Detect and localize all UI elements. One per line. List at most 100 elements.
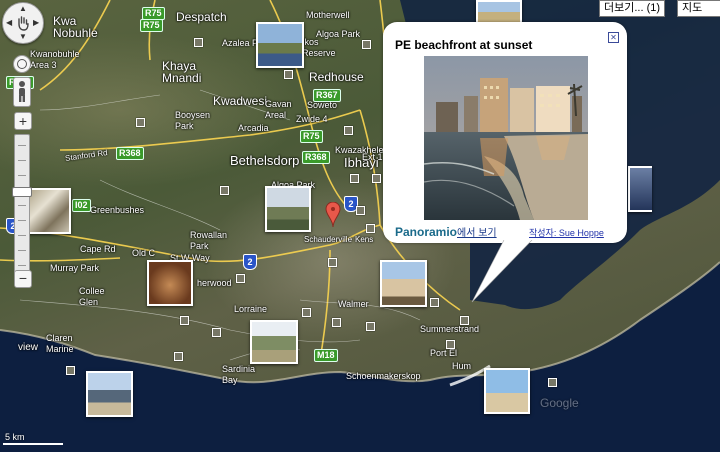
label-despatch: Despatch <box>176 10 227 24</box>
pegman-icon[interactable] <box>16 80 28 104</box>
photo-thumbnail[interactable] <box>256 22 304 68</box>
photo-marker[interactable] <box>548 378 557 387</box>
pan-control[interactable]: ▲ ◀ ▶ ▼ <box>2 2 44 44</box>
label-booysen-park: Booysen Park <box>175 110 211 131</box>
scale-line <box>3 443 63 445</box>
label-gavan: Gavan Areal <box>265 99 292 120</box>
label-old-cape: Old C <box>132 248 156 258</box>
photo-marker[interactable] <box>220 186 229 195</box>
shield-r75: R75 <box>140 19 163 32</box>
photo-marker[interactable] <box>302 308 311 317</box>
label-schoenmakerskop: Schoenmakerskop <box>346 371 421 381</box>
beach-sunset-image <box>424 56 588 220</box>
label-kwanobuhle-area3: Kwanobuhle Area 3 <box>30 49 80 70</box>
photo-marker[interactable] <box>350 174 359 183</box>
info-window-title: PE beachfront at sunset <box>395 38 533 52</box>
photo-marker[interactable] <box>66 366 75 375</box>
photo-marker[interactable] <box>212 328 221 337</box>
label-google-watermark: Google <box>540 396 579 410</box>
view-on-panoramio-link[interactable]: 에서 보기 <box>457 228 497 239</box>
label-collee-glen: Collee Glen <box>79 286 105 307</box>
photo-marker[interactable] <box>180 316 189 325</box>
zoom-tick <box>18 175 26 176</box>
photo-marker[interactable] <box>236 274 245 283</box>
label-rowallan-park: Rowallan Park <box>190 230 228 251</box>
pan-left-icon[interactable]: ◀ <box>6 19 12 27</box>
zoom-tick <box>18 220 26 221</box>
label-lorraine: Lorraine <box>234 304 268 314</box>
photo-thumbnail[interactable] <box>265 186 311 232</box>
zoom-out-button[interactable]: − <box>14 270 32 288</box>
map-type-button[interactable]: 지도 <box>677 0 720 17</box>
photo-marker[interactable] <box>284 70 293 79</box>
photo-marker[interactable] <box>174 352 183 361</box>
hand-icon[interactable] <box>16 15 30 31</box>
photo-marker[interactable] <box>446 340 455 349</box>
panoramio-link[interactable]: Panoramio에서 보기 <box>395 224 497 239</box>
photo-marker[interactable] <box>460 316 469 325</box>
photo-marker[interactable] <box>332 318 341 327</box>
shield-r368: R368 <box>302 151 330 164</box>
label-arcadia: Arcadia <box>238 123 269 133</box>
label-kensington: Kens <box>355 235 374 244</box>
photo-thumbnail[interactable] <box>380 260 427 307</box>
info-window-pointer <box>471 240 533 303</box>
photo-thumbnail[interactable] <box>484 368 530 414</box>
streetview-circle-button[interactable] <box>13 55 31 73</box>
pan-up-icon[interactable]: ▲ <box>19 5 27 13</box>
photo-thumbnail[interactable] <box>628 166 652 212</box>
panoramio-logo: Panoramio <box>395 225 458 239</box>
label-schauderville: Schauderville <box>304 235 353 244</box>
photo-thumbnail[interactable] <box>86 371 133 417</box>
label-bethelsdorp: Bethelsdorp <box>230 153 300 168</box>
label-zwide: Zwide 4 <box>296 114 328 124</box>
label-khaya-mnandi: Khaya Mnandi <box>162 59 202 85</box>
photo-marker[interactable] <box>356 206 365 215</box>
photo-marker[interactable] <box>194 38 203 47</box>
label-sardinia-bay: Sardinia Bay <box>222 364 256 385</box>
shield-r368-left: R368 <box>116 147 144 160</box>
zoom-tick <box>18 160 26 161</box>
label-azalea-park: Azalea P <box>222 38 259 48</box>
label-cape-rd: Cape Rd <box>80 244 116 254</box>
photo-marker[interactable] <box>362 40 371 49</box>
more-layers-button[interactable]: 더보기... (1) <box>599 0 666 17</box>
pan-right-icon[interactable]: ▶ <box>33 19 39 27</box>
photo-marker[interactable] <box>328 258 337 267</box>
photo-marker[interactable] <box>344 126 353 135</box>
photo-marker[interactable] <box>372 174 381 183</box>
zoom-tick <box>18 205 26 206</box>
label-ikos-reserve: Ikos Reserve <box>302 37 336 58</box>
label-walmer: Walmer <box>338 299 369 309</box>
label-greenbushes: Greenbushes <box>90 205 145 215</box>
close-icon[interactable]: ✕ <box>608 32 619 43</box>
zoom-in-button[interactable]: + <box>14 112 32 130</box>
photo-marker[interactable] <box>366 322 375 331</box>
zoom-tick <box>18 145 26 146</box>
label-motherwell: Motherwell <box>306 10 350 20</box>
popup-photo[interactable] <box>424 56 588 220</box>
photo-marker[interactable] <box>430 298 439 307</box>
zoom-slider-handle[interactable] <box>12 187 32 197</box>
zoom-tick <box>18 235 26 236</box>
zoom-slider[interactable] <box>12 134 32 286</box>
label-hum: Hum <box>452 361 472 371</box>
photo-thumbnail[interactable] <box>250 320 298 364</box>
pan-down-icon[interactable]: ▼ <box>19 33 27 41</box>
scale-bar: 5 km <box>3 432 73 445</box>
photo-marker[interactable] <box>136 118 145 127</box>
info-window: PE beachfront at sunset ✕ Panoramio에서 보기… <box>383 22 627 243</box>
photo-marker[interactable] <box>366 224 375 233</box>
scale-text: 5 km <box>5 432 25 442</box>
photo-thumbnail[interactable] <box>476 0 522 24</box>
shield-m18: M18 <box>314 349 338 362</box>
label-view: view <box>18 342 39 353</box>
location-pin-icon[interactable] <box>325 202 341 228</box>
author-link[interactable]: 작성자: Sue Hoppe <box>529 226 604 239</box>
label-redhouse: Redhouse <box>309 70 364 84</box>
label-kwazakhele-ext: Ext 1 <box>362 152 383 162</box>
streetview-pegman-button[interactable] <box>13 77 31 107</box>
label-murray-park: Murray Park <box>50 263 100 273</box>
label-port-el: Port El <box>430 348 458 358</box>
photo-thumbnail[interactable] <box>147 260 193 306</box>
